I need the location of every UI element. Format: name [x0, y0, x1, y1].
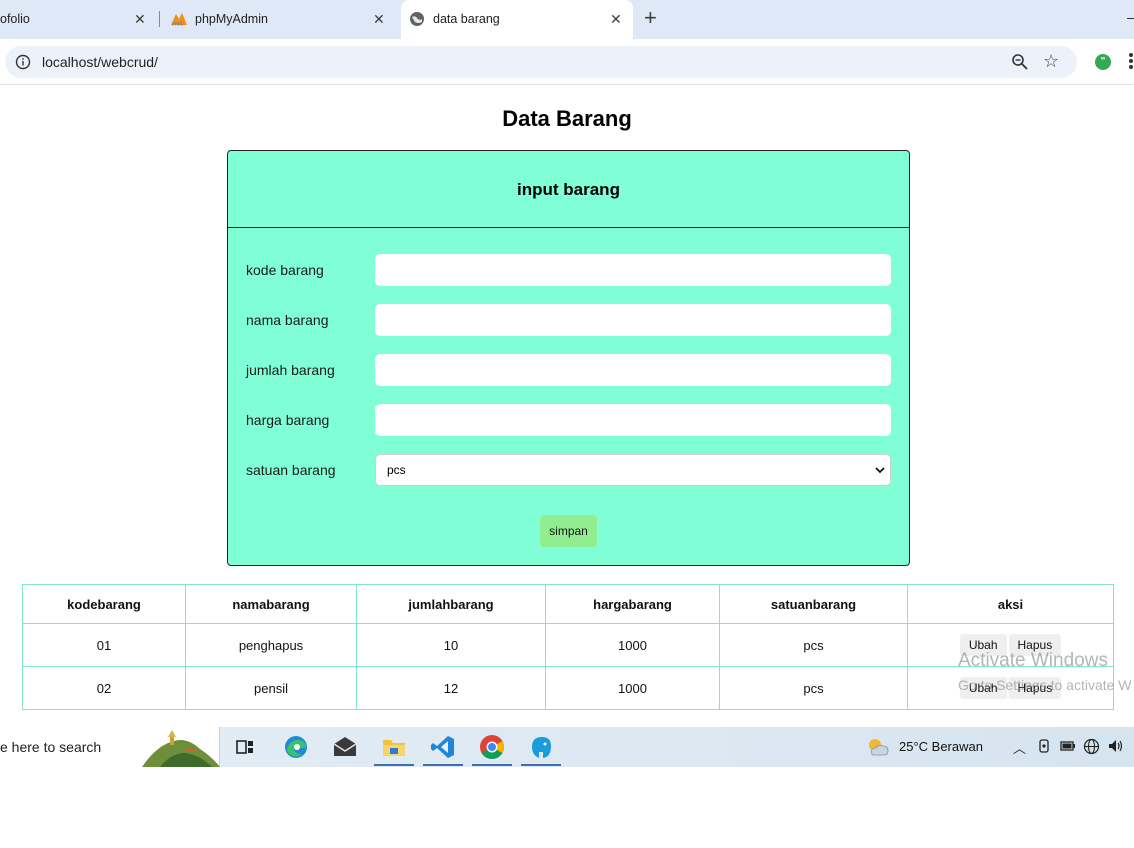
meet-now-icon[interactable]	[1037, 738, 1050, 754]
cell-nama: pensil	[185, 666, 357, 710]
page-content: Data Barang input barang kode barang nam…	[0, 86, 1134, 727]
form-title: input barang	[228, 151, 909, 228]
field-nama-barang: nama barang	[228, 303, 909, 337]
taskbar-search-box[interactable]: e here to search	[0, 727, 220, 767]
url-text[interactable]: localhost/webcrud/	[42, 54, 158, 70]
input-form-card: input barang kode barang nama barang jum…	[227, 150, 910, 566]
table-row: 02 pensil 12 1000 pcs Ubah Hapus	[22, 666, 1114, 710]
cell-jumlah: 10	[356, 623, 546, 667]
field-jumlah-barang: jumlah barang	[228, 353, 909, 387]
data-table: kodebarang namabarang jumlahbarang harga…	[22, 584, 1114, 710]
cell-satuan: pcs	[719, 623, 908, 667]
column-header: aksi	[907, 584, 1114, 624]
field-label: harga barang	[246, 412, 330, 428]
phpmyadmin-icon: PMA	[171, 13, 187, 27]
simpan-button[interactable]: simpan	[540, 515, 597, 547]
column-header: kodebarang	[22, 584, 186, 624]
extension-icon[interactable]: "	[1095, 54, 1111, 70]
chrome-icon[interactable]	[478, 733, 506, 761]
watermark-title: Activate Windows	[958, 650, 1108, 671]
minimize-icon[interactable]	[1127, 18, 1134, 19]
svg-text:PMA: PMA	[172, 22, 183, 27]
field-harga-barang: harga barang	[228, 403, 909, 437]
blank-area	[0, 767, 1134, 848]
close-icon[interactable]: ✕	[134, 11, 146, 28]
chevron-up-icon[interactable]: ︿	[1013, 738, 1026, 757]
field-label: jumlah barang	[246, 362, 335, 378]
cell-harga: 1000	[545, 666, 720, 710]
running-indicator	[374, 764, 414, 766]
volume-icon[interactable]	[1107, 738, 1124, 754]
jumlah-barang-input[interactable]	[375, 354, 891, 386]
tab-strip: ofolio ✕ PMA phpMyAdmin ✕ data barang ✕ …	[0, 0, 1134, 39]
weather-icon	[869, 739, 889, 756]
vscode-icon[interactable]	[429, 733, 457, 761]
weather-text: 25°C Berawan	[899, 739, 983, 754]
menu-icon[interactable]	[1128, 51, 1134, 71]
cell-satuan: pcs	[719, 666, 908, 710]
column-header: namabarang	[185, 584, 357, 624]
table-row: 01 penghapus 10 1000 pcs Ubah Hapus	[22, 623, 1114, 667]
search-placeholder: e here to search	[0, 739, 102, 755]
tab-title: phpMyAdmin	[195, 12, 268, 26]
column-header: hargabarang	[545, 584, 720, 624]
field-label: nama barang	[246, 312, 329, 328]
field-label: kode barang	[246, 262, 324, 278]
edge-icon[interactable]	[282, 733, 310, 761]
tab-title: data barang	[433, 12, 500, 26]
address-bar[interactable]: localhost/webcrud/ ☆	[5, 46, 1077, 78]
task-view-icon[interactable]	[231, 733, 259, 761]
mysql-workbench-icon[interactable]	[527, 733, 555, 761]
nama-barang-input[interactable]	[375, 304, 891, 336]
screen: ofolio ✕ PMA phpMyAdmin ✕ data barang ✕ …	[0, 0, 1134, 848]
chevron-down-icon	[875, 467, 885, 474]
running-indicator	[423, 764, 463, 766]
zoom-icon[interactable]	[1011, 53, 1029, 71]
cell-nama: penghapus	[185, 623, 357, 667]
mail-icon[interactable]	[331, 733, 359, 761]
select-value: pcs	[387, 463, 406, 477]
tab-phpmyadmin[interactable]: PMA phpMyAdmin ✕	[160, 0, 398, 39]
battery-icon[interactable]	[1059, 738, 1076, 754]
close-icon[interactable]: ✕	[610, 11, 622, 28]
running-indicator	[521, 764, 561, 766]
tab-title: ofolio	[0, 12, 30, 26]
cell-kode: 01	[22, 623, 186, 667]
running-indicator	[472, 764, 512, 766]
activate-windows-watermark: Activate Windows Go to Settings to activ…	[958, 650, 1132, 693]
bookmark-star-icon[interactable]: ☆	[1043, 51, 1059, 72]
kode-barang-input[interactable]	[375, 254, 891, 286]
site-info-icon[interactable]	[15, 54, 31, 70]
field-label: satuan barang	[246, 462, 336, 478]
globe-icon	[410, 12, 424, 26]
windows-taskbar: e here to search 25°C Berawan ︿	[0, 727, 1134, 767]
cell-jumlah: 12	[356, 666, 546, 710]
cell-kode: 02	[22, 666, 186, 710]
new-tab-button[interactable]: +	[644, 6, 657, 30]
page-title: Data Barang	[502, 106, 632, 131]
field-satuan-barang: satuan barang pcs	[228, 453, 909, 487]
harga-barang-input[interactable]	[375, 404, 891, 436]
field-kode-barang: kode barang	[228, 253, 909, 287]
browser-toolbar: localhost/webcrud/ ☆ "	[0, 39, 1134, 85]
tab-data-barang[interactable]: data barang ✕	[401, 0, 633, 39]
network-globe-icon[interactable]	[1083, 738, 1100, 755]
table-header-row: kodebarang namabarang jumlahbarang harga…	[22, 584, 1114, 624]
satuan-barang-select[interactable]: pcs	[375, 454, 891, 486]
search-highlight-image	[142, 730, 220, 767]
tab-portfolio[interactable]: ofolio ✕	[0, 0, 158, 39]
file-explorer-icon[interactable]	[380, 733, 408, 761]
cell-harga: 1000	[545, 623, 720, 667]
column-header: satuanbarang	[719, 584, 908, 624]
watermark-subtitle: Go to Settings to activate W	[958, 677, 1132, 693]
column-header: jumlahbarang	[356, 584, 546, 624]
close-icon[interactable]: ✕	[373, 11, 385, 28]
